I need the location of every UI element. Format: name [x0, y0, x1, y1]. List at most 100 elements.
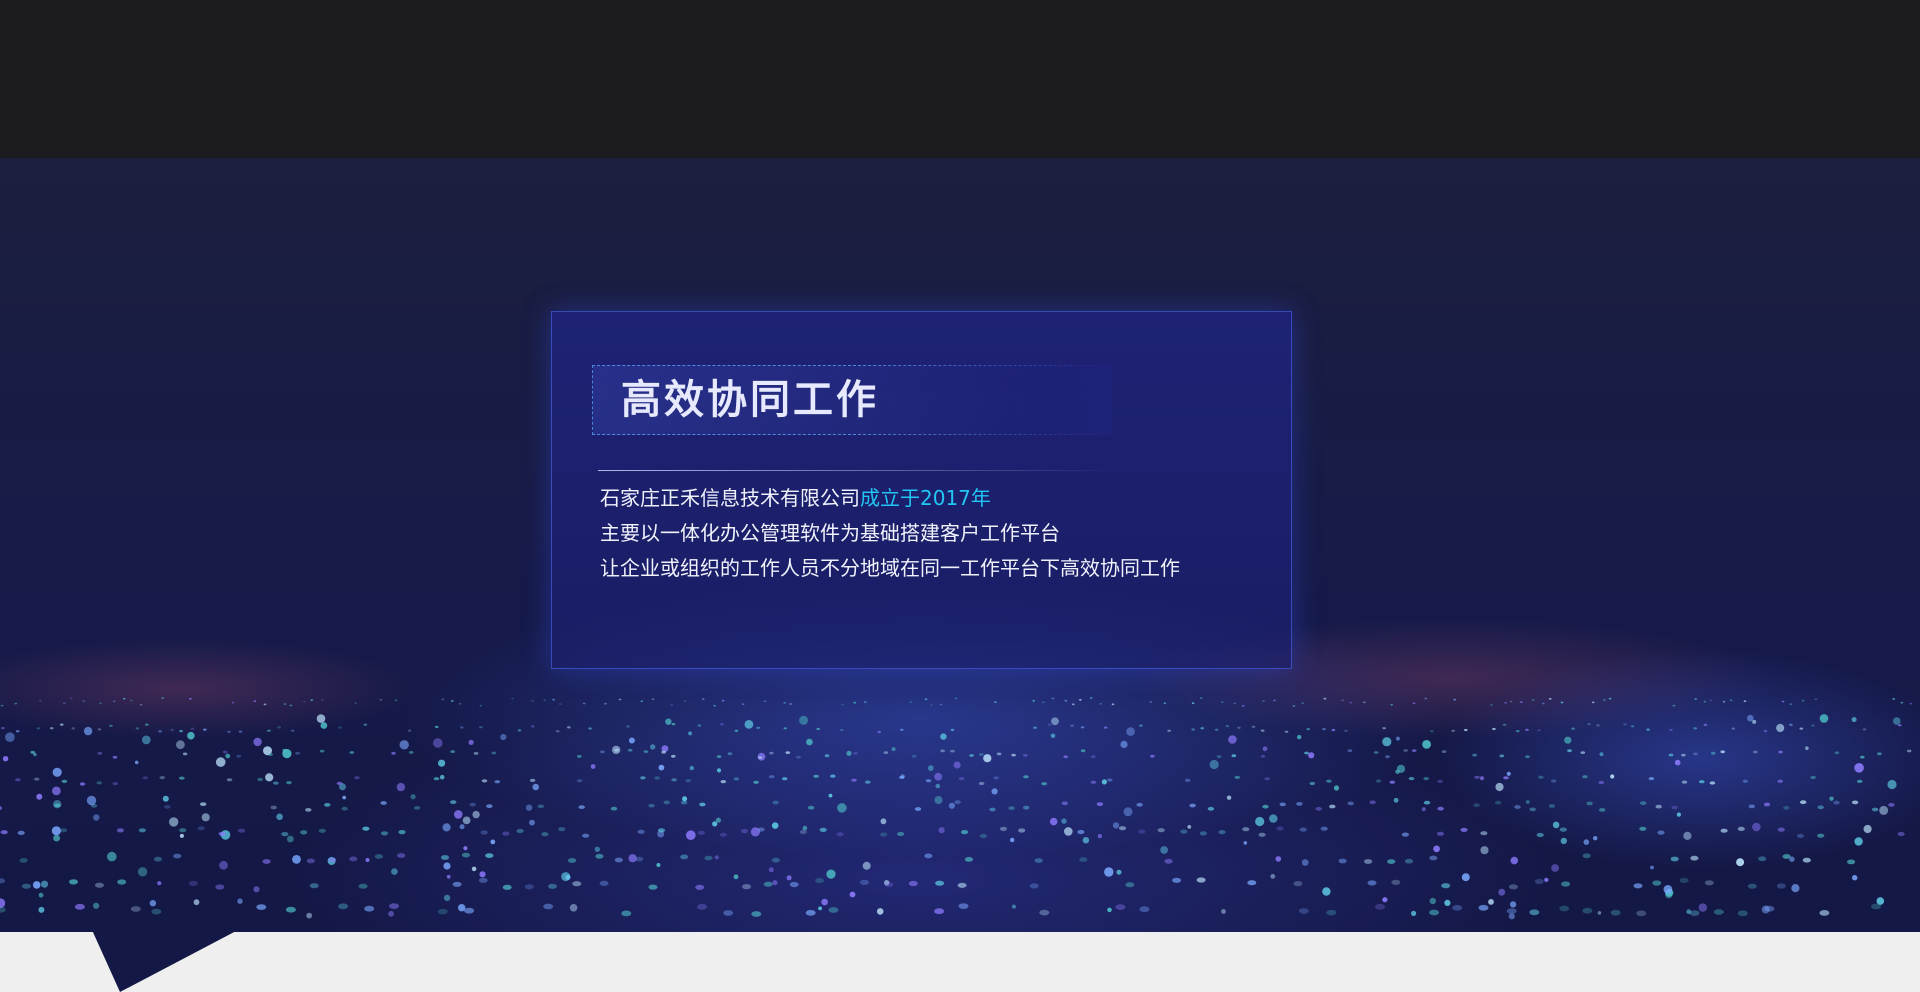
grid-dot: [1640, 801, 1647, 805]
grid-dot: [145, 723, 149, 726]
grid-dot: [158, 730, 162, 733]
grid-dot: [469, 802, 476, 807]
grid-dot: [805, 909, 816, 916]
grid-dot: [236, 754, 242, 758]
grid-dot: [1693, 727, 1697, 730]
grid-dot: [281, 832, 289, 837]
light-node: [846, 750, 852, 756]
grid-dot: [1436, 831, 1445, 836]
grid-dot: [648, 884, 658, 890]
grid-dot: [1008, 806, 1015, 811]
grid-dot: [1499, 754, 1505, 758]
light-node: [468, 739, 474, 746]
grid-dot: [407, 729, 412, 732]
grid-dot: [1221, 701, 1224, 703]
grid-dot: [1559, 827, 1567, 832]
grid-dot: [701, 698, 705, 700]
grid-dot: [54, 803, 61, 808]
grid-dot: [336, 781, 343, 786]
grid-dot: [924, 853, 933, 859]
grid-dot: [358, 883, 368, 889]
grid-dot: [1782, 854, 1791, 859]
grid-dot: [218, 831, 226, 836]
light-node: [1120, 740, 1128, 749]
grid-dot: [1669, 728, 1673, 732]
grid-dot: [33, 777, 40, 781]
grid-dot: [1492, 727, 1496, 731]
grid-dot: [1341, 699, 1344, 702]
grid-dot: [473, 752, 479, 755]
grid-dot: [1437, 779, 1443, 783]
grid-dot: [62, 702, 66, 705]
grid-dot: [1408, 777, 1415, 781]
grid-dot: [1906, 749, 1912, 753]
grid-dot: [203, 728, 207, 731]
grid-dot: [1763, 730, 1768, 733]
grid-dot: [1157, 828, 1165, 833]
light-node: [802, 825, 808, 831]
grid-dot: [999, 826, 1008, 832]
grid-dot: [319, 749, 325, 753]
grid-dot: [1452, 904, 1463, 911]
light-node: [1209, 759, 1219, 770]
grid-dot: [1373, 751, 1379, 754]
grid-dot: [978, 781, 985, 786]
description-line-3: 让企业或组织的工作人员不分地域在同一工作平台下高效协同工作: [600, 556, 1180, 580]
grid-dot: [720, 780, 727, 784]
grid-dot: [486, 804, 493, 808]
grid-dot: [1548, 804, 1556, 808]
grid-dot: [1778, 750, 1783, 754]
light-node: [93, 902, 100, 909]
light-node: [1395, 769, 1400, 775]
grid-dot: [723, 910, 734, 916]
grid-dot: [1657, 830, 1665, 835]
grid-dot: [1260, 729, 1265, 732]
grid-dot: [222, 750, 228, 754]
grid-dot: [1472, 753, 1477, 757]
grid-dot: [1703, 723, 1708, 727]
grid-dot: [751, 911, 762, 917]
grid-dot: [1694, 698, 1698, 700]
grid-dot: [237, 828, 246, 833]
grid-dot: [1441, 883, 1451, 889]
grid-dot: [1567, 749, 1572, 753]
light-node: [1064, 827, 1073, 836]
grid-dot: [651, 698, 655, 701]
grid-dot: [1560, 701, 1564, 704]
grid-dot: [865, 780, 871, 784]
light-node: [768, 867, 774, 873]
grid-dot: [1344, 729, 1348, 732]
grid-dot: [1391, 879, 1401, 886]
grid-dot: [138, 828, 146, 833]
light-node: [880, 818, 887, 825]
grid-dot: [1599, 808, 1606, 812]
light-node: [948, 802, 956, 809]
light-node: [1698, 903, 1708, 912]
grid-dot: [226, 778, 233, 782]
grid-dot: [1655, 804, 1662, 809]
grid-dot: [899, 775, 905, 780]
grid-dot: [69, 697, 73, 700]
light-node: [1297, 734, 1302, 740]
grid-dot: [911, 754, 917, 758]
grid-dot: [1390, 703, 1394, 706]
grid-dot: [880, 832, 888, 837]
grid-dot: [769, 751, 774, 755]
light-node: [1776, 723, 1785, 733]
grid-dot: [1429, 855, 1438, 861]
grid-dot: [1315, 807, 1322, 811]
grid-dot: [460, 726, 464, 729]
grid-dot: [1424, 697, 1428, 700]
light-node: [137, 867, 148, 877]
grid-dot: [1304, 751, 1309, 755]
light-node: [1560, 837, 1568, 845]
grid-dot: [1817, 833, 1825, 838]
header-bar: [0, 0, 1920, 158]
grid-dot: [1139, 906, 1150, 913]
grid-dot: [863, 701, 867, 703]
light-node: [1851, 717, 1857, 723]
grid-dot: [742, 884, 751, 890]
grid-dot: [1892, 698, 1896, 700]
grid-dot: [1172, 877, 1182, 883]
grid-dot: [1338, 858, 1347, 864]
